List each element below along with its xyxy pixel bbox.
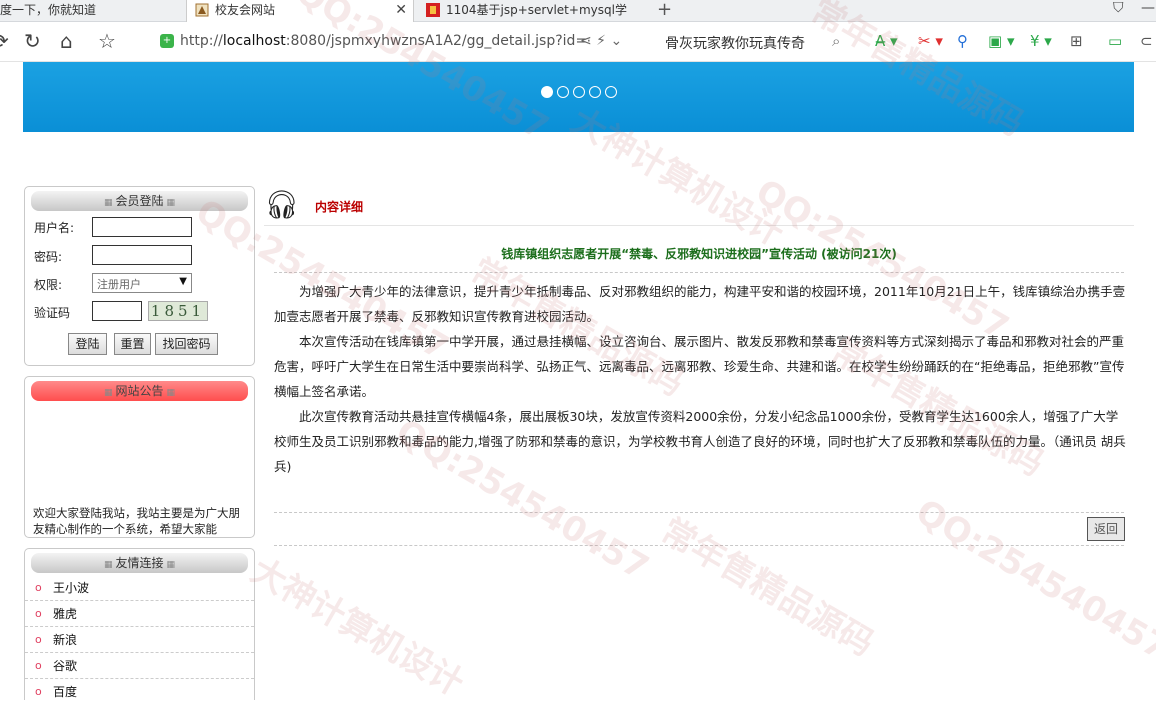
divider xyxy=(274,272,1124,273)
role-select[interactable]: 注册用户 ▼ xyxy=(92,273,192,293)
menu-icon[interactable]: ⊂ xyxy=(1140,32,1153,50)
article-body: 为增强广大青少年的法律意识，提升青少年抵制毒品、反对邪教组织的能力，构建平安和谐… xyxy=(274,279,1126,479)
friend-link-item[interactable]: o 王小波 xyxy=(25,575,254,601)
article-paragraph: 本次宣传活动在钱库镇第一中学开展，通过悬挂横幅、设立咨询台、展示图片、散发反邪教… xyxy=(274,334,1125,399)
address-toolbar: ⟳ ↻ ⌂ ☆ + http://localhost:8080/jspmxyhw… xyxy=(0,22,1156,62)
carousel-dot[interactable] xyxy=(589,86,601,98)
username-input[interactable] xyxy=(92,217,192,237)
friend-link-label: 谷歌 xyxy=(53,659,78,673)
content-header: 🎧︎ 内容详细 xyxy=(264,186,1134,226)
article-paragraph: 为增强广大青少年的法律意识，提升青少年抵制毒品、反对邪教组织的能力，构建平安和谐… xyxy=(274,284,1126,324)
tab-title: 校友会网站 xyxy=(215,3,276,17)
tab-title: 1104基于jsp+servlet+mysql学 xyxy=(446,3,627,17)
share-icon[interactable]: ⋖ ⚡ ⌄ xyxy=(580,33,622,49)
tab-project[interactable]: 1104基于jsp+servlet+mysql学 xyxy=(418,0,648,22)
gamepad-icon[interactable]: ▣ ▾ xyxy=(988,32,1014,50)
friend-link-label: 王小波 xyxy=(53,581,90,595)
friend-link-item[interactable]: o 百度 xyxy=(25,679,254,700)
bullet-icon: o xyxy=(35,659,42,672)
scissors-icon[interactable]: ✂ ▾ xyxy=(918,32,943,50)
bullet-icon: o xyxy=(35,633,42,646)
friend-link-item[interactable]: o 谷歌 xyxy=(25,653,254,679)
carousel-dot[interactable] xyxy=(605,86,617,98)
secure-shield-icon: + xyxy=(160,34,174,48)
back-button[interactable]: 返回 xyxy=(1087,517,1125,541)
battery-icon: ▭ xyxy=(1108,32,1123,50)
reset-button[interactable]: 重置 xyxy=(114,333,151,355)
password-label: 密码: xyxy=(34,250,63,264)
notice-panel-title: 网站公告 xyxy=(31,381,248,401)
friend-link-label: 雅虎 xyxy=(53,607,78,621)
apps-grid-icon[interactable]: ⊞ xyxy=(1070,32,1083,50)
close-tab-icon[interactable]: ✕ xyxy=(395,0,407,20)
friend-link-item[interactable]: o 雅虎 xyxy=(25,601,254,627)
carousel-dot[interactable] xyxy=(541,86,553,98)
notice-text: 欢迎大家登陆我站，我站主要是为广大朋友精心制作的一个系统，希望大家能 xyxy=(33,506,240,535)
minimize-icon[interactable]: — xyxy=(1141,0,1155,16)
favorite-star-icon[interactable]: ☆ xyxy=(98,30,116,52)
new-tab-button[interactable]: + xyxy=(657,0,672,20)
site-favicon-icon xyxy=(195,3,209,17)
home-icon[interactable]: ⌂ xyxy=(60,30,73,52)
banner-carousel-dots xyxy=(541,86,617,98)
friend-link-label: 百度 xyxy=(53,685,78,699)
role-select-value: 注册用户 xyxy=(97,278,141,291)
project-favicon-icon xyxy=(426,3,440,17)
watermark-text: 大神计算机设计 xyxy=(244,550,471,705)
article-paragraph: 此次宣传教育活动共悬挂宣传横幅4条，展出展板30块，发放宣传资料2000余份，分… xyxy=(274,409,1126,474)
translate-icon[interactable]: A̶ ▾ xyxy=(875,32,898,50)
bullet-icon: o xyxy=(35,607,42,620)
bullet-icon: o xyxy=(35,685,42,698)
captcha-label: 验证码 xyxy=(34,306,71,320)
article-title: 钱库镇组织志愿者开展“禁毒、反邪教知识进校园”宣传活动 (被访问21次) xyxy=(501,247,897,261)
search-suggestion[interactable]: 骨灰玩家教你玩真传奇 xyxy=(665,33,805,53)
url-field[interactable]: http://localhost:8080/jspmxyhwznsA1A2/gg… xyxy=(180,33,587,49)
watermark-text: 常年售精品源码 xyxy=(654,510,881,665)
friend-link-label: 新浪 xyxy=(53,633,78,647)
password-input[interactable] xyxy=(92,245,192,265)
url-path: :8080/jspmxyhwznsA1A2/gg_detail.jsp?id= xyxy=(285,33,588,49)
captcha-image[interactable]: 1851 xyxy=(148,301,208,321)
friend-links-list: o 王小波 o 雅虎 o 新浪 o 谷歌 o 百度 xyxy=(25,575,254,700)
tab-title: 度一下，你就知道 xyxy=(0,3,97,17)
friend-links-panel: 友情连接 o 王小波 o 雅虎 o 新浪 o 谷歌 o 百度 xyxy=(24,548,255,700)
back-icon[interactable]: ⟳ xyxy=(0,30,9,52)
content-section-label: 内容详细 xyxy=(315,200,364,214)
captcha-input[interactable] xyxy=(92,301,142,321)
carousel-dot[interactable] xyxy=(573,86,585,98)
divider xyxy=(274,512,1124,513)
url-prefix: http:// xyxy=(180,33,223,49)
login-panel-title: 会员登陆 xyxy=(31,191,248,211)
headphones-icon: 🎧︎ xyxy=(264,188,300,221)
tab-alumni-site[interactable]: 校友会网站 ✕ xyxy=(186,0,414,22)
bullet-icon: o xyxy=(35,581,42,594)
notice-panel: 网站公告 欢迎大家登陆我站，我站主要是为广大朋友精心制作的一个系统，希望大家能 xyxy=(24,376,255,538)
forgot-password-button[interactable]: 找回密码 xyxy=(155,333,218,355)
role-label: 权限: xyxy=(34,278,63,292)
tab-baidu[interactable]: 度一下，你就知道 xyxy=(0,0,186,22)
magnifier-icon[interactable]: ⚲ xyxy=(957,32,968,50)
links-panel-title: 友情连接 xyxy=(31,553,248,573)
chevron-down-icon: ▼ xyxy=(179,276,187,287)
username-label: 用户名: xyxy=(34,221,75,235)
login-button[interactable]: 登陆 xyxy=(68,333,107,355)
login-panel: 会员登陆 用户名: 密码: 权限: 注册用户 ▼ 验证码 1851 登陆 重置 … xyxy=(24,186,255,366)
wallet-icon[interactable]: ¥ ▾ xyxy=(1030,32,1052,50)
carousel-dot[interactable] xyxy=(557,86,569,98)
friend-link-item[interactable]: o 新浪 xyxy=(25,627,254,653)
search-icon[interactable]: ⌕ xyxy=(832,32,840,50)
divider xyxy=(274,545,1124,546)
browser-tab-bar: 度一下，你就知道 校友会网站 ✕ 1104基于jsp+servlet+mysql… xyxy=(0,0,1156,22)
refresh-icon[interactable]: ↻ xyxy=(24,30,41,52)
collection-icon[interactable]: ⛉ xyxy=(1113,0,1124,16)
url-host: localhost xyxy=(222,33,286,49)
